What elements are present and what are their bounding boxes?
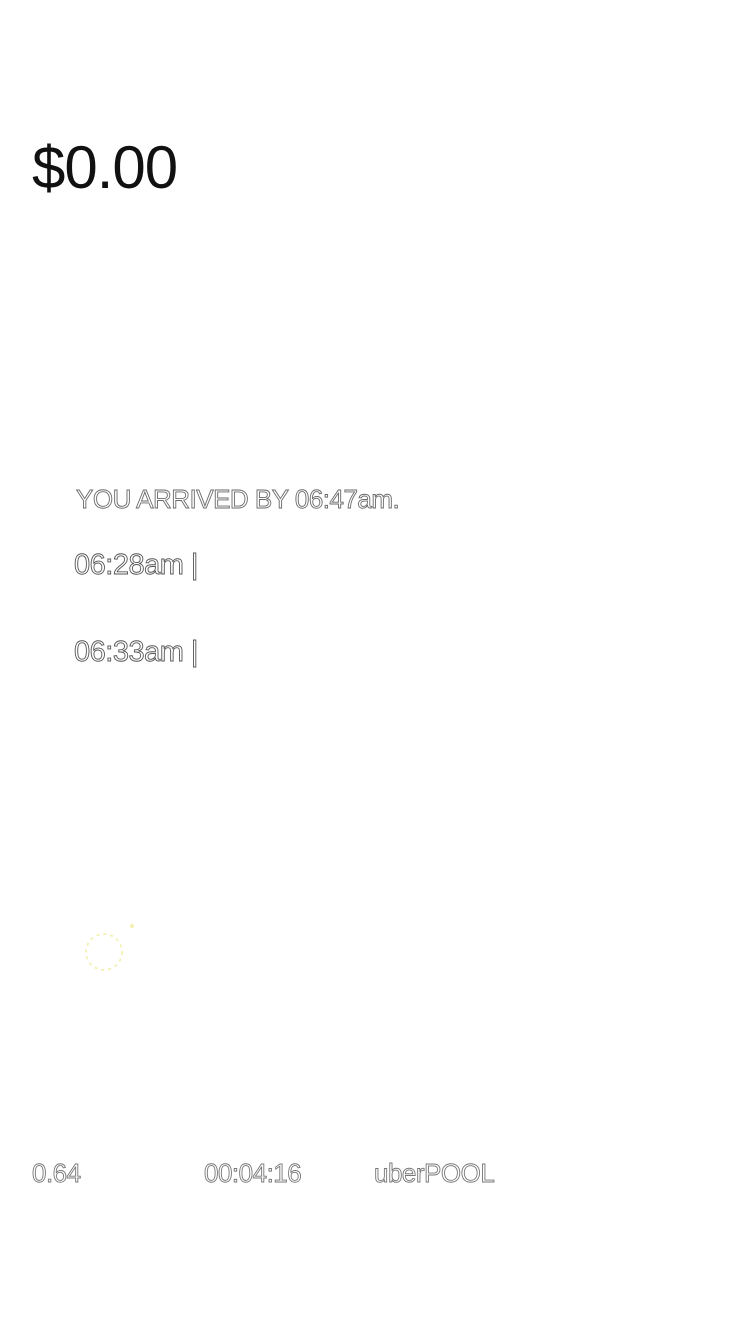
ride-product: uberPOOL <box>374 1158 496 1188</box>
dropoff-time: 06:33am | <box>74 636 199 668</box>
trip-duration: 00:04:16 <box>204 1158 303 1188</box>
arrival-status: YOU ARRIVED BY 06:47am. <box>76 484 401 514</box>
pickup-time: 06:28am | <box>74 549 199 581</box>
fare-amount: $0.00 <box>32 134 178 201</box>
trip-distance: 0.64 <box>32 1158 82 1188</box>
spinner-graphic <box>85 924 134 971</box>
spinner-icon <box>80 922 136 978</box>
